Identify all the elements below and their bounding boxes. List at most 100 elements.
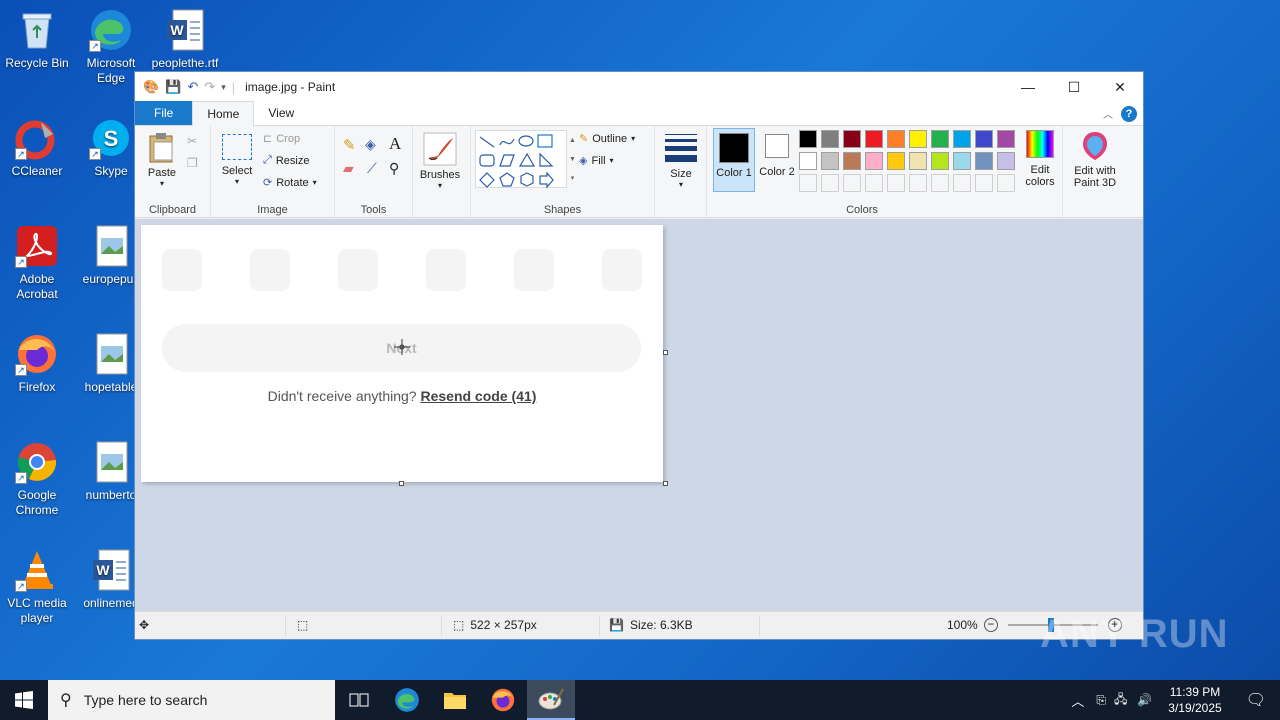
shapes-gallery[interactable]: ▲ ▼ ▾ (475, 130, 576, 189)
notifications-icon[interactable]: 🗨 (1232, 690, 1280, 710)
show-hidden-icons-icon[interactable]: ︿ (1063, 691, 1092, 710)
maximize-button[interactable]: ☐ (1051, 72, 1097, 102)
color-swatch[interactable] (843, 152, 861, 170)
color-swatch[interactable] (953, 130, 971, 148)
resize-handle-bottom[interactable] (399, 481, 404, 486)
ribbon: Paste ▾ ✂ ❐ Clipboard Select ▾ ⊏ Crop ⤢ Re… (135, 126, 1143, 218)
start-button[interactable] (0, 680, 48, 720)
chrome-icon: ↗ (15, 440, 59, 484)
size-button[interactable]: Size ▾ (661, 134, 701, 189)
taskbar-search[interactable]: ⚲ Type here to search (48, 680, 335, 720)
redo-icon[interactable]: ↷ (204, 79, 215, 95)
task-view-icon (349, 693, 369, 707)
resize-button[interactable]: ⤢ Resize (263, 154, 309, 167)
rotate-button[interactable]: ⟳ Rotate ▾ (263, 176, 317, 190)
text-icon[interactable]: A (389, 134, 401, 154)
color-swatch[interactable] (843, 130, 861, 148)
image-canvas[interactable]: Next Didn't receive anything? Resend cod… (141, 225, 663, 482)
color-swatch[interactable] (975, 174, 993, 192)
select-button[interactable]: Select ▾ (219, 134, 255, 186)
tab-file[interactable]: File (135, 101, 193, 125)
cut-icon[interactable]: ✂ (187, 134, 197, 148)
network-icon[interactable]: 🖧 (1110, 690, 1131, 711)
color-swatch[interactable] (799, 130, 817, 148)
color-swatch[interactable] (887, 130, 905, 148)
eraser-icon[interactable]: ▰ (343, 160, 354, 177)
pencil-icon[interactable]: ✎ (343, 136, 356, 154)
canvas-area[interactable]: Next Didn't receive anything? Resend cod… (135, 219, 1143, 612)
word-document-icon: W (89, 548, 133, 592)
desktop-icon-peoplethe-rtf[interactable]: W peoplethe.rtf (149, 8, 221, 71)
zoom-out-icon[interactable]: − (983, 618, 998, 632)
color-swatch[interactable] (821, 174, 839, 192)
color2-button[interactable]: Color 2 (757, 128, 797, 178)
title-bar: 🎨 💾 ↶ ↷ ▾ | image.jpg - Paint — ☐ ✕ (135, 72, 1143, 102)
taskbar-paint[interactable] (527, 680, 575, 720)
desktop-icon-adobe-acrobat[interactable]: ↗ Adobe Acrobat (1, 224, 73, 302)
magnifier-icon[interactable]: ⚲ (389, 160, 399, 177)
color-swatch[interactable] (975, 130, 993, 148)
color-swatch[interactable] (821, 152, 839, 170)
device-icon[interactable]: ⎘ (1092, 693, 1110, 708)
desktop-icon-google-chrome[interactable]: ↗ Google Chrome (1, 440, 73, 518)
color-swatch[interactable] (997, 130, 1015, 148)
customize-qat-icon[interactable]: ▾ (221, 82, 226, 93)
color-swatch[interactable] (953, 152, 971, 170)
color-swatch[interactable] (997, 152, 1015, 170)
color-swatch[interactable] (887, 152, 905, 170)
desktop-icon-ccleaner[interactable]: ↗ CCleaner (1, 116, 73, 179)
color-swatch[interactable] (887, 174, 905, 192)
color-swatch[interactable] (865, 152, 883, 170)
copy-icon[interactable]: ❐ (187, 156, 198, 170)
color1-button[interactable]: Color 1 (713, 128, 755, 192)
firefox-icon (491, 688, 515, 712)
tools-group-label: Tools (360, 204, 387, 216)
desktop-icon-recycle-bin[interactable]: Recycle Bin (1, 8, 73, 71)
fill-bucket-icon[interactable]: ◈ (365, 136, 376, 153)
desktop-icon-vlc[interactable]: ↗ VLC media player (1, 548, 73, 626)
taskbar-edge[interactable] (383, 680, 431, 720)
color-swatch[interactable] (909, 152, 927, 170)
color-swatch[interactable] (909, 130, 927, 148)
outline-button[interactable]: ✎ Outline ▾ (579, 132, 635, 146)
fill-button[interactable]: ◈ Fill ▾ (579, 154, 614, 168)
edit-with-paint3d-button[interactable]: Edit with Paint 3D (1065, 130, 1125, 189)
fill-label: Fill (591, 154, 606, 167)
color-swatch[interactable] (909, 174, 927, 192)
taskbar-firefox[interactable] (479, 680, 527, 720)
desktop-icon-firefox[interactable]: ↗ Firefox (1, 332, 73, 395)
color-swatch[interactable] (931, 130, 949, 148)
color-swatch[interactable] (821, 130, 839, 148)
color-swatch[interactable] (799, 174, 817, 192)
undo-icon[interactable]: ↶ (187, 79, 198, 95)
color-swatch[interactable] (865, 130, 883, 148)
collapse-ribbon-icon[interactable]: ︿ (1103, 106, 1113, 121)
close-button[interactable]: ✕ (1097, 72, 1143, 102)
color-picker-icon[interactable]: ⟋ (367, 160, 377, 177)
minimize-button[interactable]: — (1005, 72, 1051, 102)
color-swatch[interactable] (865, 174, 883, 192)
task-view-button[interactable] (335, 680, 383, 720)
taskbar: ⚲ Type here to search ︿ ⎘ 🖧 🔊 11:39 PM 3… (0, 680, 1280, 720)
color-swatch[interactable] (799, 152, 817, 170)
line-width-icon (665, 134, 697, 162)
shapes-scroll[interactable]: ▲ ▼ ▾ (567, 131, 578, 189)
color-swatch[interactable] (931, 152, 949, 170)
color-swatch[interactable] (953, 174, 971, 192)
color-swatch[interactable] (997, 174, 1015, 192)
edit-colors-button[interactable]: Edit colors (1019, 130, 1061, 188)
help-icon[interactable]: ? (1121, 106, 1137, 122)
resize-handle-right[interactable] (663, 350, 668, 355)
tab-view[interactable]: View (254, 101, 308, 125)
color-swatch[interactable] (843, 174, 861, 192)
clock[interactable]: 11:39 PM 3/19/2025 (1158, 684, 1231, 716)
volume-icon[interactable]: 🔊 (1131, 693, 1158, 707)
taskbar-file-explorer[interactable] (431, 680, 479, 720)
resize-handle-corner[interactable] (663, 481, 668, 486)
color-swatch[interactable] (931, 174, 949, 192)
color-swatch[interactable] (975, 152, 993, 170)
tab-home[interactable]: Home (192, 101, 255, 126)
crop-button[interactable]: ⊏ Crop (263, 132, 300, 146)
save-icon[interactable]: 💾 (165, 79, 181, 95)
paste-button[interactable]: Paste ▾ (145, 132, 179, 188)
